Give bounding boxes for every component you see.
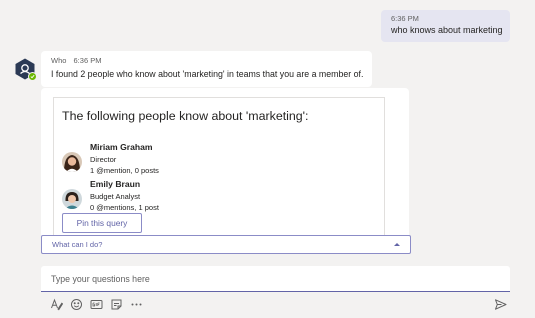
person-role: Director	[90, 155, 117, 164]
gif-icon[interactable]	[88, 296, 104, 312]
send-icon[interactable]	[492, 296, 508, 312]
person-item[interactable]: Emily Braun Budget Analyst 0 @mentions, …	[62, 179, 262, 215]
bot-card-container: The following people know about 'marketi…	[41, 88, 409, 248]
person-name: Miriam Graham	[90, 142, 153, 152]
presence-available-icon	[28, 72, 37, 81]
pin-query-button[interactable]: Pin this query	[62, 213, 142, 233]
bot-avatar[interactable]	[14, 58, 37, 81]
compose-toolbar	[48, 296, 148, 312]
person-stats: 1 @mention, 0 posts	[90, 166, 159, 175]
chevron-up-icon	[394, 243, 400, 246]
bot-message-bubble: Who 6:36 PM I found 2 people who know ab…	[41, 51, 372, 87]
sticker-icon[interactable]	[108, 296, 124, 312]
person-item[interactable]: Miriam Graham Director 1 @mention, 0 pos…	[62, 142, 262, 178]
person-name: Emily Braun	[90, 179, 141, 189]
question-input[interactable]	[41, 266, 510, 291]
person-photo	[62, 152, 82, 172]
compose-box[interactable]	[41, 266, 510, 292]
person-photo	[62, 189, 82, 209]
people-card: The following people know about 'marketi…	[53, 97, 385, 246]
person-role: Budget Analyst	[90, 192, 141, 201]
user-message-time: 6:36 PM	[391, 14, 419, 23]
bot-message-sender: Who	[51, 56, 67, 65]
person-stats: 0 @mentions, 1 post	[90, 203, 159, 212]
bot-message-text: I found 2 people who know about 'marketi…	[51, 69, 364, 79]
format-icon[interactable]	[48, 296, 64, 312]
user-message-text: who knows about marketing	[391, 25, 503, 35]
more-options-icon[interactable]	[128, 296, 144, 312]
what-can-i-do-dropdown[interactable]: What can I do?	[41, 235, 411, 254]
user-message-bubble: 6:36 PM who knows about marketing	[381, 10, 510, 42]
bot-message-meta: Who 6:36 PM	[51, 56, 362, 66]
bot-message-time: 6:36 PM	[73, 56, 102, 65]
card-title: The following people know about 'marketi…	[62, 109, 309, 123]
emoji-icon[interactable]	[68, 296, 84, 312]
what-can-i-do-label: What can I do?	[52, 240, 103, 249]
